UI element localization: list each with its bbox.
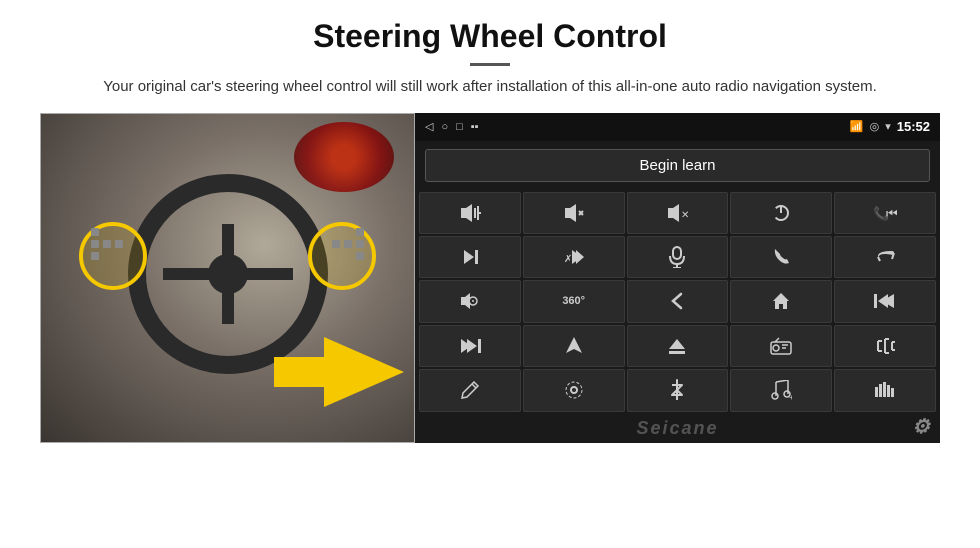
wb-l3 [91, 252, 99, 260]
status-left: ◁ ○ □ ▪▪ [425, 120, 479, 133]
begin-learn-button[interactable]: Begin learn [425, 149, 930, 182]
eject-button[interactable] [627, 325, 729, 367]
fast-fwd-button[interactable] [419, 325, 521, 367]
vol-up-button[interactable] [419, 192, 521, 234]
wb-l4 [103, 240, 111, 248]
page-wrapper: Steering Wheel Control Your original car… [0, 0, 980, 548]
android-ui: ◁ ○ □ ▪▪ 📶 ◎ ▾ 15:52 Begin learn [415, 113, 940, 443]
360-label: 360° [562, 295, 585, 307]
car-background [41, 114, 414, 442]
status-bar: ◁ ○ □ ▪▪ 📶 ◎ ▾ 15:52 [415, 113, 940, 141]
mute-button[interactable]: ✕ [627, 192, 729, 234]
recents-icon: □ [456, 121, 463, 133]
sw-center [208, 254, 248, 294]
home-nav-button[interactable] [730, 280, 832, 322]
svg-text:⏮: ⏮ [886, 206, 897, 221]
wb-l1 [91, 228, 99, 236]
seicane-watermark: Seicane [636, 418, 718, 438]
location-icon: ◎ [870, 120, 880, 133]
signal-icon: ▪▪ [471, 121, 479, 133]
car-image [40, 113, 415, 443]
phone-button[interactable] [730, 236, 832, 278]
wb-r2 [356, 240, 364, 248]
begin-learn-row: Begin learn [415, 141, 940, 190]
wb-l2 [91, 240, 99, 248]
pen-button[interactable] [419, 369, 521, 411]
vol-down-button[interactable] [523, 192, 625, 234]
prev-prev-button[interactable] [834, 280, 936, 322]
power-button[interactable] [730, 192, 832, 234]
wb-r4 [344, 240, 352, 248]
arrow-container [274, 332, 404, 412]
hang-up-button[interactable] [834, 236, 936, 278]
music-button[interactable]: + [730, 369, 832, 411]
gear-icon[interactable]: ⚙ [912, 414, 932, 439]
arrow-head [324, 337, 404, 407]
back-nav-button[interactable] [627, 280, 729, 322]
nav-button[interactable] [523, 325, 625, 367]
status-right: 📶 ◎ ▾ 15:52 [850, 119, 930, 134]
phone-signal-icon: 📶 [850, 120, 864, 133]
highlight-right [308, 222, 376, 290]
svg-text:✕: ✕ [681, 210, 688, 221]
speaker-button[interactable] [419, 280, 521, 322]
call-prev-button[interactable]: 📞⏮ [834, 192, 936, 234]
page-subtitle: Your original car's steering wheel contr… [103, 76, 877, 99]
svg-text:✗: ✗ [564, 254, 572, 265]
wb-r3 [356, 252, 364, 260]
highlight-left [79, 222, 147, 290]
skip-fwd-button[interactable]: ✗ [523, 236, 625, 278]
eq-settings-button[interactable] [834, 325, 936, 367]
wb-r5 [332, 240, 340, 248]
next-button[interactable] [419, 236, 521, 278]
content-row: ◁ ○ □ ▪▪ 📶 ◎ ▾ 15:52 Begin learn [40, 113, 940, 443]
title-divider [470, 63, 510, 66]
wb-r1 [356, 228, 364, 236]
settings-btn2[interactable] [523, 369, 625, 411]
wb-l5 [115, 240, 123, 248]
back-icon: ◁ [425, 120, 433, 133]
page-title: Steering Wheel Control [313, 18, 667, 55]
bluetooth-button[interactable] [627, 369, 729, 411]
wifi-icon: ▾ [885, 120, 891, 133]
home-icon: ○ [441, 121, 448, 133]
controls-grid: ✕ 📞⏮ ✗ [415, 190, 940, 414]
mic-button[interactable] [627, 236, 729, 278]
radio-button[interactable] [730, 325, 832, 367]
360-button[interactable]: 360° [523, 280, 625, 322]
status-time: 15:52 [897, 119, 930, 134]
svg-text:+: + [789, 393, 792, 400]
watermark-row: Seicane ⚙ [415, 414, 940, 443]
equalizer-button[interactable] [834, 369, 936, 411]
